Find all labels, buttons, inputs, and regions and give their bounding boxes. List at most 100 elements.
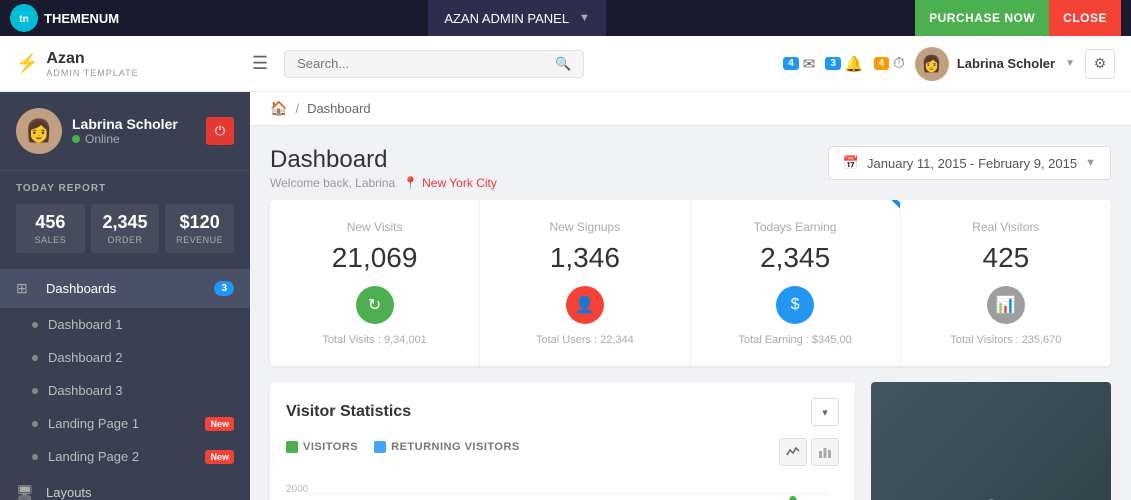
purchase-button[interactable]: PURCHASE NOW bbox=[915, 0, 1049, 36]
new-visits-footer: Total Visits : 9,34,001 bbox=[290, 334, 459, 346]
panel-label: AZAN ADMIN PANEL bbox=[444, 11, 569, 26]
header-brand: ⚡ Azan ADMIN TEMPLATE bbox=[16, 50, 236, 78]
message-count: 4 bbox=[783, 57, 799, 70]
calendar-icon: 📅 bbox=[843, 155, 859, 171]
dashboards-label: Dashboards bbox=[46, 281, 116, 296]
notifications-badge[interactable]: 3 🔔 bbox=[825, 55, 863, 73]
title-statistics: Statistics bbox=[340, 403, 411, 420]
new-signups-card: New Signups 1,346 👤 Total Users : 22,344 bbox=[480, 200, 690, 366]
chart-type-bar-button[interactable] bbox=[811, 438, 839, 466]
messages-badge[interactable]: 4 ✉ bbox=[783, 55, 815, 73]
sidebar-item-dashboard3[interactable]: Dashboard 3 bbox=[0, 374, 250, 407]
svg-text:tn: tn bbox=[19, 14, 28, 25]
logo: tn THEMENUM bbox=[10, 4, 119, 32]
status-dot bbox=[72, 135, 80, 143]
top-nav-left: tn THEMENUM bbox=[10, 4, 119, 32]
revenue-label: REVENUE bbox=[171, 235, 228, 245]
new-visits-card: New Visits 21,069 ↻ Total Visits : 9,34,… bbox=[270, 200, 480, 366]
breadcrumb: 🏠 / Dashboard bbox=[250, 92, 1131, 126]
header-icons: 4 ✉ 3 🔔 4 ⏱ 👩 Labrina Scholer ▼ ⚙ bbox=[783, 47, 1115, 81]
search-input[interactable] bbox=[297, 56, 547, 71]
order-value: 2,345 bbox=[97, 212, 154, 233]
dot-icon bbox=[32, 421, 38, 427]
new-visits-label: New Visits bbox=[290, 220, 459, 234]
dot-icon bbox=[32, 355, 38, 361]
dashboards-icon: ⊞ bbox=[16, 280, 36, 297]
order-stat: 2,345 ORDER bbox=[91, 204, 160, 253]
signups-icon: 👤 bbox=[566, 286, 604, 324]
logo-icon: tn bbox=[10, 4, 38, 32]
steve-jobs-card: ⚓ Steve Jobs Time bbox=[871, 382, 1111, 500]
user-menu[interactable]: 👩 Labrina Scholer ▼ bbox=[915, 47, 1075, 81]
dropdown-arrow-icon: ▼ bbox=[1065, 58, 1075, 69]
sidebar-item-landing2[interactable]: Landing Page 2 New bbox=[0, 440, 250, 473]
chart-y-label: 2000 bbox=[286, 484, 308, 495]
new-visits-value: 21,069 bbox=[290, 242, 459, 274]
main-layout: 👩 Labrina Scholer Online ⏻ TODAY REPORT … bbox=[0, 92, 1131, 500]
breadcrumb-separator: / bbox=[295, 101, 299, 116]
hamburger-button[interactable]: ☰ bbox=[252, 53, 268, 74]
chart-type-line-button[interactable] bbox=[779, 438, 807, 466]
returning-legend-dot bbox=[374, 441, 386, 453]
new-badge-landing2: New bbox=[205, 450, 234, 464]
visitors-label: Real Visitors bbox=[921, 220, 1091, 234]
sidebar-user-status: Online bbox=[72, 132, 178, 146]
breadcrumb-current: Dashboard bbox=[307, 101, 371, 116]
clock-icon: ⏱ bbox=[893, 55, 905, 72]
location-text: New York City bbox=[422, 176, 497, 190]
visitor-card-header: Visitor Statistics ▾ bbox=[286, 398, 839, 426]
brand-text: Azan ADMIN TEMPLATE bbox=[46, 50, 138, 78]
status-label: Online bbox=[85, 132, 120, 146]
today-report-section: TODAY REPORT 456 SALES 2,345 ORDER $120 … bbox=[0, 171, 250, 261]
returning-legend: RETURNING VISITORS bbox=[374, 441, 520, 453]
sidebar-avatar: 👩 bbox=[16, 108, 62, 154]
sidebar: 👩 Labrina Scholer Online ⏻ TODAY REPORT … bbox=[0, 92, 250, 500]
chevron-down-icon: ▼ bbox=[579, 12, 590, 24]
sidebar-user-name: Labrina Scholer bbox=[72, 116, 178, 132]
nav-section: ⊞ Dashboards 3 Dashboard 1 Dashboard 2 D… bbox=[0, 269, 250, 500]
revenue-stat: $120 REVENUE bbox=[165, 204, 234, 253]
settings-button[interactable]: ⚙ bbox=[1085, 49, 1115, 79]
sidebar-item-landing1[interactable]: Landing Page 1 New bbox=[0, 407, 250, 440]
subtitle-text: Welcome back, Labrina bbox=[270, 176, 395, 190]
landing2-label: Landing Page 2 bbox=[48, 449, 139, 464]
landing1-label: Landing Page 1 bbox=[48, 416, 139, 431]
sales-stat: 456 SALES bbox=[16, 204, 85, 253]
top-navigation: tn THEMENUM AZAN ADMIN PANEL ▼ PURCHASE … bbox=[0, 0, 1131, 36]
power-button[interactable]: ⏻ bbox=[206, 117, 234, 145]
tasks-badge[interactable]: 4 ⏱ bbox=[874, 55, 905, 72]
visitors-legend-label: VISITORS bbox=[303, 441, 358, 453]
chart-area: 2000 bbox=[286, 474, 839, 500]
revenue-value: $120 bbox=[171, 212, 228, 233]
dashboards-badge: 3 bbox=[214, 281, 234, 296]
sidebar-item-layouts[interactable]: 🖥 Layouts bbox=[0, 473, 250, 500]
real-visitors-card: Real Visitors 425 📊 Total Visitors : 235… bbox=[901, 200, 1111, 366]
returning-legend-label: RETURNING VISITORS bbox=[391, 441, 520, 453]
panel-title[interactable]: AZAN ADMIN PANEL ▼ bbox=[428, 0, 606, 36]
user-name: Labrina Scholer bbox=[957, 56, 1055, 71]
user-panel: 👩 Labrina Scholer Online ⏻ bbox=[0, 92, 250, 171]
lightning-icon: ⚡ bbox=[16, 53, 38, 74]
sidebar-item-dashboard1[interactable]: Dashboard 1 bbox=[0, 308, 250, 341]
app-subtitle: ADMIN TEMPLATE bbox=[46, 68, 138, 78]
pin-icon: 📍 bbox=[403, 176, 418, 190]
page-title: Dashboard bbox=[270, 146, 497, 174]
visitors-legend: VISITORS bbox=[286, 441, 358, 453]
dashboard1-label: Dashboard 1 bbox=[48, 317, 122, 332]
stats-cards: New Visits 21,069 ↻ Total Visits : 9,34,… bbox=[270, 200, 1111, 366]
app-title: Azan bbox=[46, 50, 138, 68]
visitor-card-dropdown[interactable]: ▾ bbox=[811, 398, 839, 426]
visitor-chart bbox=[286, 474, 839, 500]
layouts-label: Layouts bbox=[46, 485, 92, 500]
today-report-label: TODAY REPORT bbox=[16, 183, 234, 194]
sidebar-item-dashboards[interactable]: ⊞ Dashboards 3 bbox=[0, 269, 250, 308]
dashboard2-label: Dashboard 2 bbox=[48, 350, 122, 365]
home-icon[interactable]: 🏠 bbox=[270, 100, 287, 117]
todays-earning-card: Today Todays Earning 2,345 $ Total Earni… bbox=[691, 200, 901, 366]
sidebar-item-dashboard2[interactable]: Dashboard 2 bbox=[0, 341, 250, 374]
date-picker-button[interactable]: 📅 January 11, 2015 - February 9, 2015 ▼ bbox=[828, 146, 1111, 180]
date-picker-arrow: ▼ bbox=[1085, 157, 1096, 169]
close-button[interactable]: CLOSE bbox=[1049, 0, 1121, 36]
logo-svg: tn bbox=[15, 9, 33, 27]
search-box[interactable]: 🔍 bbox=[284, 50, 584, 78]
